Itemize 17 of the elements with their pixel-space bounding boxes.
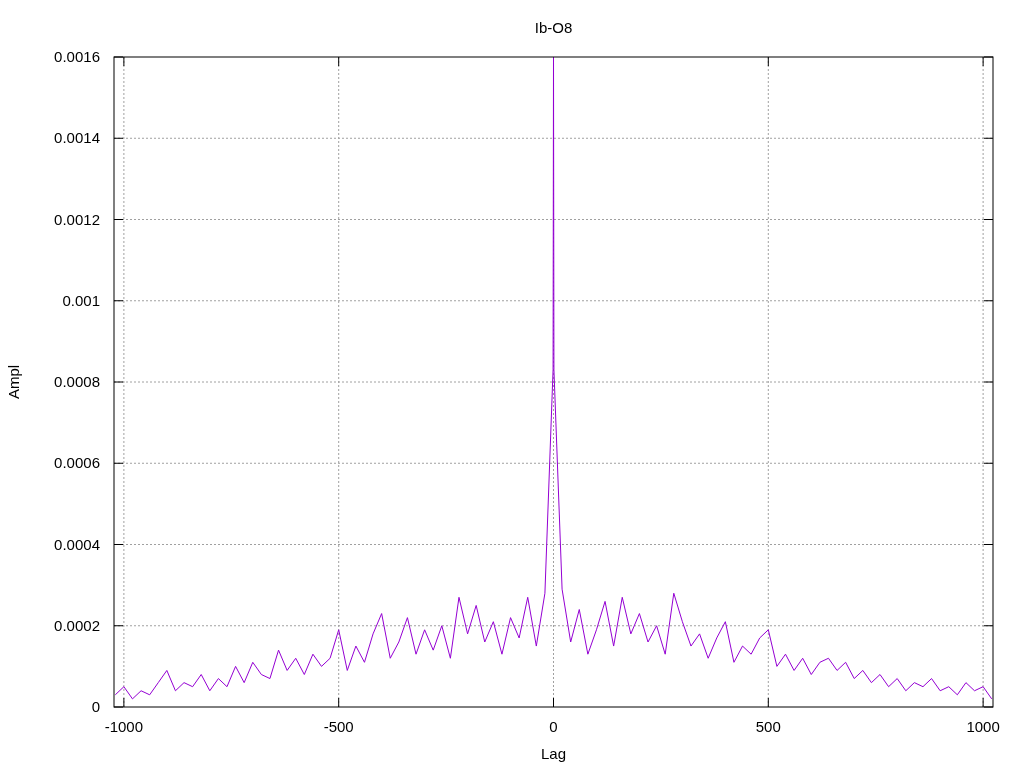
x-tick-label: 1000 [966,718,1000,735]
y-tick-label: 0.0006 [54,454,100,472]
y-tick-label: 0.0014 [54,129,100,147]
y-tick-label: 0.0002 [54,616,100,634]
y-tick-label: 0.0004 [54,535,100,553]
y-tick-label: 0.001 [62,291,100,309]
x-tick-label: -500 [323,718,354,735]
y-axis-label: Ampl [5,364,22,400]
y-tick-label: 0.0012 [54,210,100,228]
x-tick-label: 0 [549,718,558,735]
chart-title: Ib-O8 [534,19,573,36]
y-tick-label: 0.0016 [54,48,100,65]
x-axis-label: Lag [541,745,566,762]
y-tick-label: 0 [91,698,100,715]
x-tick-label: -1000 [104,718,144,735]
y-tick-label: 0.0008 [54,373,100,390]
x-tick-label: 500 [755,718,781,735]
